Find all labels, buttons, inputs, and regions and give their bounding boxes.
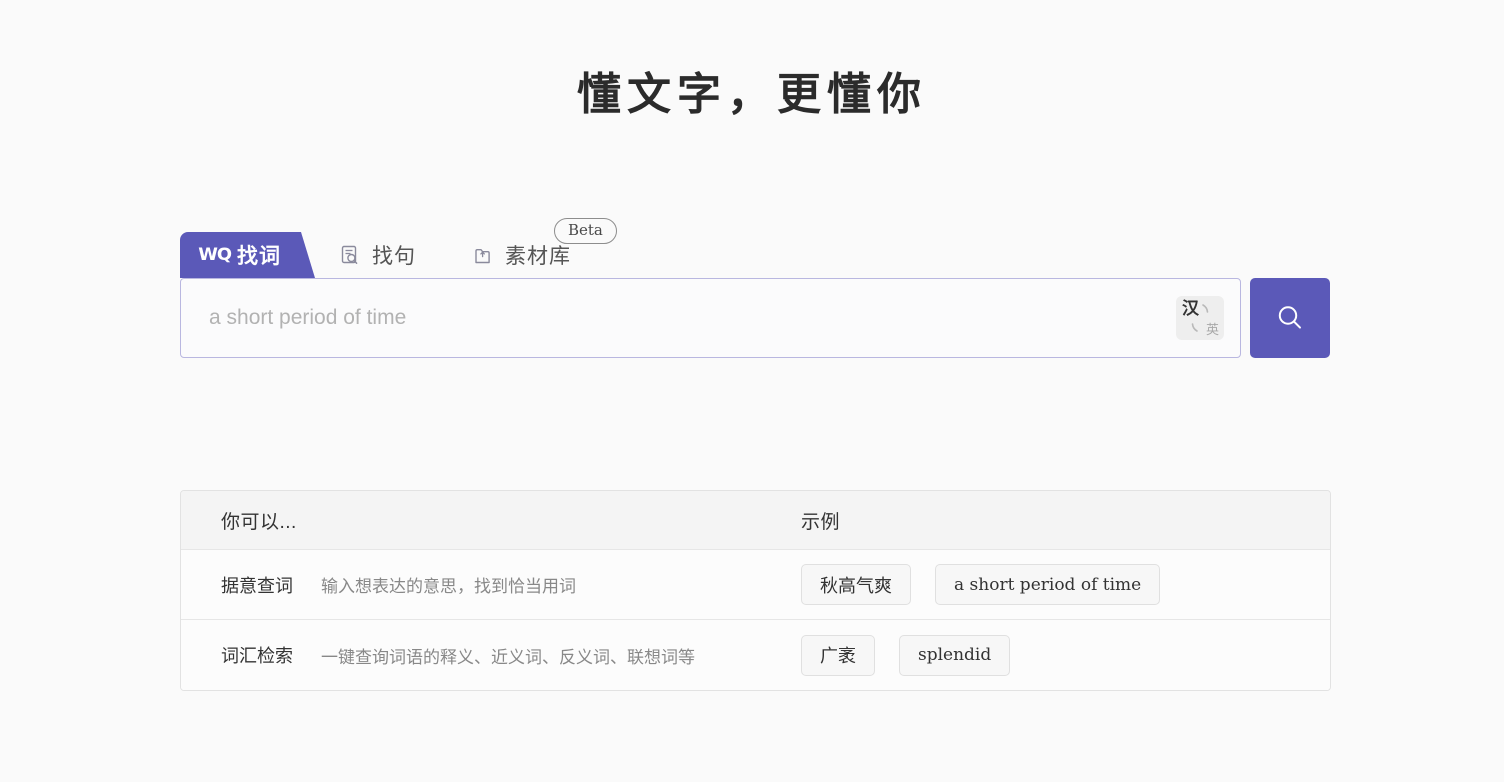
search-input[interactable] <box>209 306 1212 330</box>
feature-title: 词汇检索 <box>221 646 293 666</box>
language-swap-toggle[interactable]: 汉 英 <box>1176 296 1224 340</box>
search-field[interactable]: 汉 英 <box>180 278 1241 358</box>
example-chip[interactable]: 秋高气爽 <box>801 564 911 605</box>
tab-find-word-label: 找词 <box>237 245 281 268</box>
search-bar: 汉 英 <box>180 278 1331 358</box>
page-title: 懂文字，更懂你 <box>577 69 927 120</box>
table-header-you-can: 你可以... <box>221 511 297 533</box>
capabilities-table: 你可以... 示例 据意查词 输入想表达的意思，找到恰当用词 秋高气爽 a sh… <box>180 490 1331 691</box>
feature-description: 一键查询词语的释义、近义词、反义词、联想词等 <box>321 647 695 667</box>
feature-description: 输入想表达的意思，找到恰当用词 <box>321 577 576 596</box>
example-chip[interactable]: a short period of time <box>935 564 1161 605</box>
search-block: WQ 找词 找句 素材库 Beta a short period of time… <box>180 218 1331 358</box>
table-header-cell-b: 示例 <box>801 507 1330 534</box>
table-header-cell-a: 你可以... <box>181 507 801 534</box>
table-header-row: 你可以... 示例 <box>181 491 1330 550</box>
wq-logo-icon: WQ <box>198 244 232 265</box>
feature-title: 据意查词 <box>221 575 293 596</box>
beta-badge: Beta <box>554 218 617 244</box>
table-header-examples: 示例 <box>801 511 841 533</box>
table-cell-examples: 秋高气爽 a short period of time <box>801 564 1330 605</box>
language-primary-label: 汉 <box>1182 299 1199 318</box>
tab-material-library-label: 素材库 <box>505 245 571 268</box>
example-chip[interactable]: 广袤 <box>801 634 875 676</box>
tab-find-word[interactable]: WQ 找词 <box>180 232 315 278</box>
example-chip[interactable]: splendid <box>899 634 1011 676</box>
document-search-icon <box>337 242 363 268</box>
tab-find-sentence[interactable]: 找句 <box>319 232 434 278</box>
table-cell-feature: 词汇检索 一键查询词语的释义、近义词、反义词、联想词等 <box>181 642 801 668</box>
material-library-icon <box>470 242 496 268</box>
language-secondary-label: 英 <box>1205 322 1219 337</box>
tab-find-sentence-label: 找句 <box>372 245 416 268</box>
table-row: 据意查词 输入想表达的意思，找到恰当用词 秋高气爽 a short period… <box>181 550 1330 620</box>
table-row: 词汇检索 一键查询词语的释义、近义词、反义词、联想词等 广袤 splendid <box>181 620 1330 690</box>
tab-bar: WQ 找词 找句 素材库 Beta <box>180 218 1331 278</box>
table-cell-feature: 据意查词 输入想表达的意思，找到恰当用词 <box>181 572 801 598</box>
search-button[interactable] <box>1250 278 1330 358</box>
search-icon <box>1278 306 1301 329</box>
table-cell-examples: 广袤 splendid <box>801 634 1330 676</box>
